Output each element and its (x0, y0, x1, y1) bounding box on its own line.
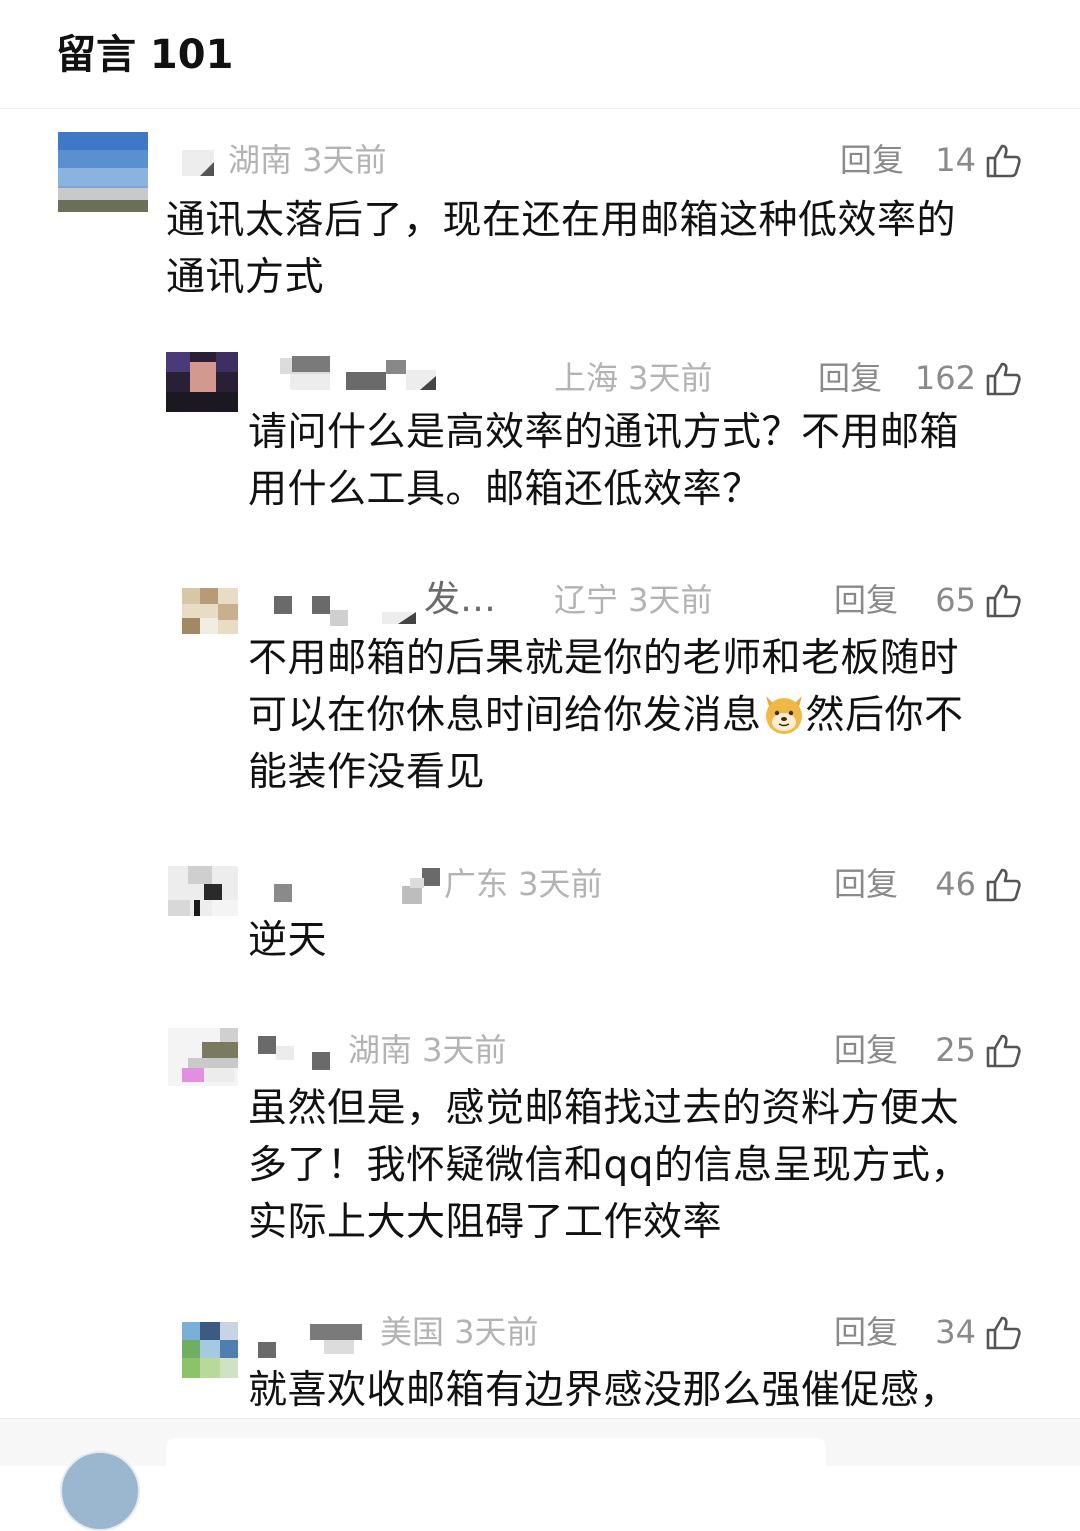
avatar-image (168, 1028, 238, 1086)
like-count: 46 (935, 865, 976, 903)
reply-button[interactable]: 回复 (818, 356, 882, 400)
like-count: 25 (935, 1031, 976, 1069)
avatar-image (182, 1322, 238, 1378)
thumbs-up-icon[interactable] (984, 1032, 1022, 1070)
comment-line: 多了！我怀疑微信和qq的信息呈现方式， (248, 1143, 971, 1188)
username-redacted[interactable] (180, 138, 220, 182)
page-title: 留言 101 (56, 32, 234, 78)
username-redacted[interactable] (254, 1310, 374, 1358)
like-count: 65 (935, 581, 976, 619)
comment-text: 请问什么是高效率的通讯方式？不用邮箱 用什么工具。邮箱还低效率？ (248, 404, 1038, 518)
thumbs-up-icon[interactable] (984, 142, 1022, 180)
comment-line: 通讯方式 (166, 255, 325, 300)
avatar[interactable] (166, 352, 238, 412)
comment-line: 不用邮箱的后果就是你的老师和老板随时 (248, 636, 960, 681)
comment-line: 虽然但是，感觉邮箱找过去的资料方便太 (248, 1086, 960, 1131)
comment-text: 通讯太落后了，现在还在用邮箱这种低效率的 通讯方式 (166, 192, 1036, 306)
comment-line: 逆天 (248, 918, 328, 963)
my-avatar[interactable] (60, 1451, 140, 1531)
comment-line-segment: 然后你不 (805, 693, 964, 738)
redacted-username (280, 356, 436, 390)
reply-button[interactable]: 回复 (834, 1028, 898, 1072)
comment-text: 虽然但是，感觉邮箱找过去的资料方便太 多了！我怀疑微信和qq的信息呈现方式， 实… (248, 1080, 1038, 1251)
username-redacted[interactable] (270, 356, 470, 400)
comments-header: 留言 101 (0, 0, 1080, 109)
reply-button[interactable]: 回复 (834, 862, 898, 906)
avatar-image (58, 132, 148, 212)
like-count: 14 (935, 141, 976, 179)
username-redacted[interactable] (270, 862, 450, 910)
location-time: 湖南 3天前 (348, 1031, 507, 1069)
comment-line: 实际上大大阻碍了工作效率 (248, 1200, 723, 1245)
avatar[interactable] (182, 1322, 238, 1378)
comment-line: 能装作没看见 (248, 750, 486, 795)
username-redacted[interactable] (270, 578, 430, 626)
redacted-username (274, 868, 440, 904)
avatar-image (166, 352, 238, 412)
comment-line: 用什么工具。邮箱还低效率？ (248, 467, 762, 512)
location-time: 湖南 3天前 (228, 141, 387, 179)
comment-input[interactable] (166, 1438, 826, 1498)
thumbs-up-icon[interactable] (984, 866, 1022, 904)
like-count: 34 (935, 1313, 976, 1351)
avatar[interactable] (182, 588, 238, 634)
username-visible[interactable]: 发… (424, 576, 496, 624)
comment-text: 就喜欢收邮箱有边界感没那么强催促感， (248, 1362, 1038, 1419)
location-time: 上海 3天前 (554, 359, 713, 397)
avatar[interactable] (168, 1028, 238, 1086)
avatar[interactable] (58, 132, 148, 212)
doge-emoji-icon (762, 692, 806, 736)
location-time: 美国 3天前 (380, 1313, 539, 1351)
reply-button[interactable]: 回复 (840, 138, 904, 182)
redacted-username (274, 596, 416, 626)
location-time: 广东 3天前 (444, 865, 603, 903)
like-count: 162 (914, 359, 976, 397)
avatar[interactable] (168, 866, 238, 916)
comment-line: 通讯太落后了，现在还在用邮箱这种低效率的 (166, 198, 957, 243)
comment-line-segment: 可以在你休息时间给你发消息 (248, 693, 762, 738)
redacted-username (258, 1036, 330, 1070)
comment-text: 不用邮箱的后果就是你的老师和老板随时 可以在你休息时间给你发消息 然后你不 能装作… (248, 630, 1048, 801)
comment-text: 逆天 (248, 912, 1038, 969)
avatar-image (182, 588, 238, 634)
comment-line: 就喜欢收邮箱有边界感没那么强催促感， (248, 1368, 960, 1413)
redacted-username (182, 150, 214, 176)
reply-button[interactable]: 回复 (834, 578, 898, 622)
comment-line: 请问什么是高效率的通讯方式？不用邮箱 (248, 410, 960, 455)
comment-line-with-emoji: 可以在你休息时间给你发消息 然后你不 (248, 687, 1048, 744)
avatar-image (168, 866, 238, 916)
reply-button[interactable]: 回复 (834, 1310, 898, 1354)
thumbs-up-icon[interactable] (984, 1314, 1022, 1352)
thumbs-up-icon[interactable] (984, 360, 1022, 398)
location-time: 辽宁 3天前 (554, 581, 713, 619)
redacted-username (258, 1324, 362, 1358)
thumbs-up-icon[interactable] (984, 582, 1022, 620)
username-redacted[interactable] (254, 1028, 344, 1076)
